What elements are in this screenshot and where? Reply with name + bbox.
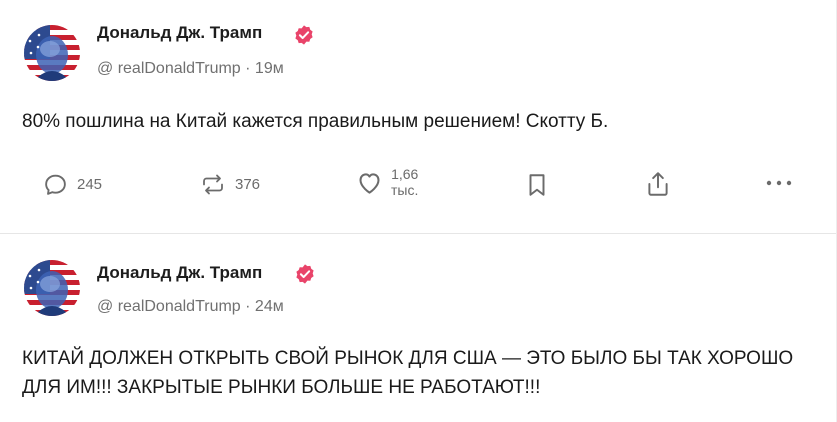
repost-icon xyxy=(203,174,223,195)
post-text: 80% пошлина на Китай кажется правильным … xyxy=(22,111,609,132)
like-count-value: 1,66 xyxy=(391,166,419,182)
reply-icon xyxy=(45,174,66,195)
avatar-image xyxy=(24,260,80,316)
post-1: Дональд Дж. Трамп @ realDonaldTrump · 19… xyxy=(0,0,837,233)
repost-button[interactable]: 376 xyxy=(200,172,260,197)
verified-badge-icon xyxy=(296,264,314,284)
like-count-unit: тыс. xyxy=(391,182,419,198)
post-text: КИТАЙ ДОЛЖЕН ОТКРЫТЬ СВОЙ РЫНОК ДЛЯ США … xyxy=(22,348,794,398)
post-actions: 245 376 1,66 тыс. xyxy=(0,160,837,210)
reply-button[interactable]: 245 xyxy=(43,172,102,197)
post-2: Дональд Дж. Трамп @ realDonaldTrump · 24… xyxy=(0,234,837,422)
bookmark-icon xyxy=(529,174,545,196)
share-icon xyxy=(648,172,668,196)
share-button[interactable] xyxy=(646,170,670,198)
author-handle[interactable]: @ realDonaldTrump · 19м xyxy=(97,60,284,78)
more-icon xyxy=(766,180,792,186)
like-count: 1,66 тыс. xyxy=(391,166,418,198)
avatar-image xyxy=(24,25,80,81)
author-handle[interactable]: @ realDonaldTrump · 24м xyxy=(97,298,284,316)
bookmark-button[interactable] xyxy=(526,172,548,198)
avatar[interactable] xyxy=(24,260,80,316)
like-button[interactable]: 1,66 тыс. xyxy=(356,166,418,198)
avatar[interactable] xyxy=(24,25,80,81)
author-name[interactable]: Дональд Дж. Трамп xyxy=(97,23,262,43)
heart-icon xyxy=(359,172,380,194)
repost-count: 376 xyxy=(235,176,261,193)
author-name[interactable]: Дональд Дж. Трамп xyxy=(97,263,262,283)
reply-count: 245 xyxy=(77,176,103,193)
more-button[interactable] xyxy=(765,178,793,188)
verified-badge-icon xyxy=(295,25,313,45)
